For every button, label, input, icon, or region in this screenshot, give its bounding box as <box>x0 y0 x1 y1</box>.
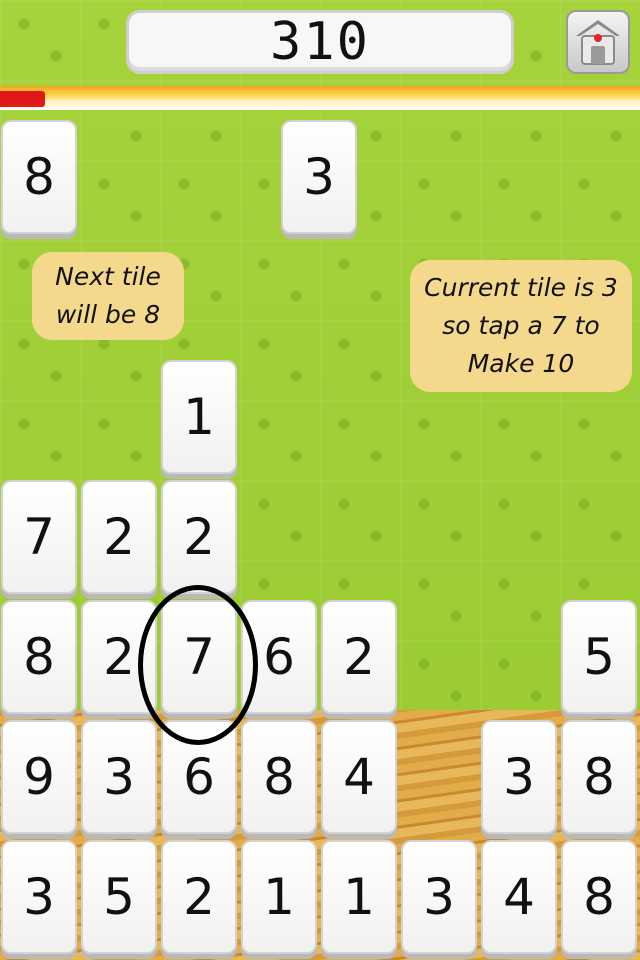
board-tile-value: 2 <box>183 868 215 926</box>
board-tile-value: 3 <box>103 748 135 806</box>
board-tile[interactable]: 3 <box>481 720 557 834</box>
hint-next-tile: Next tile will be 8 <box>32 252 184 340</box>
next-tile: 8 <box>1 120 77 234</box>
board-tile[interactable]: 2 <box>161 840 237 954</box>
board-tile-value: 1 <box>343 868 375 926</box>
hint-current-line-2: so tap a 7 to <box>442 311 600 340</box>
board-tile-value: 3 <box>503 748 535 806</box>
board-tile-value: 4 <box>503 868 535 926</box>
home-icon <box>576 20 620 65</box>
board-tile-value: 9 <box>23 748 55 806</box>
board-tile[interactable]: 3 <box>401 840 477 954</box>
score-panel: 310 <box>126 10 514 74</box>
time-progress-bar <box>0 86 640 110</box>
board-tile-value: 6 <box>183 748 215 806</box>
board-tile[interactable]: 8 <box>1 600 77 714</box>
board-tile[interactable]: 9 <box>1 720 77 834</box>
board-tile-value: 2 <box>343 628 375 686</box>
board-tile[interactable]: 7 <box>161 600 237 714</box>
board-tile-value: 5 <box>103 868 135 926</box>
board-tile-value: 2 <box>103 508 135 566</box>
board-tile[interactable]: 3 <box>1 840 77 954</box>
board-tile[interactable]: 5 <box>81 840 157 954</box>
board-tile[interactable]: 1 <box>241 840 317 954</box>
current-tile-value: 3 <box>303 148 335 206</box>
hint-current-line-3: Make 10 <box>467 349 575 378</box>
hint-current-tile: Current tile is 3 so tap a 7 to Make 10 <box>410 260 632 392</box>
current-tile: 3 <box>281 120 357 234</box>
board-tile-value: 1 <box>183 388 215 446</box>
board-tile[interactable]: 2 <box>81 600 157 714</box>
board-tile-value: 6 <box>263 628 295 686</box>
board-tile-value: 8 <box>583 868 615 926</box>
board-tile-value: 3 <box>423 868 455 926</box>
board-tile[interactable]: 3 <box>81 720 157 834</box>
board-tile-value: 7 <box>23 508 55 566</box>
board-tile[interactable]: 2 <box>321 600 397 714</box>
board-tile[interactable]: 2 <box>161 480 237 594</box>
hint-current-line-1: Current tile is 3 <box>424 273 618 302</box>
board-tile-value: 1 <box>263 868 295 926</box>
board-tile-value: 7 <box>183 628 215 686</box>
board-tile[interactable]: 6 <box>161 720 237 834</box>
board-tile[interactable]: 1 <box>161 360 237 474</box>
next-tile-value: 8 <box>23 148 55 206</box>
hint-next-line-2: will be 8 <box>55 300 161 329</box>
time-progress-fill <box>0 91 45 107</box>
board-tile-value: 4 <box>343 748 375 806</box>
hint-next-line-1: Next tile <box>55 262 161 291</box>
board-tile[interactable]: 7 <box>1 480 77 594</box>
board-tile[interactable]: 8 <box>561 840 637 954</box>
board-tile-value: 5 <box>583 628 615 686</box>
board-tile-value: 8 <box>23 628 55 686</box>
board-tile-value: 8 <box>263 748 295 806</box>
score-value: 310 <box>270 12 370 72</box>
board-tile[interactable]: 6 <box>241 600 317 714</box>
home-button[interactable] <box>566 10 630 74</box>
board-tile[interactable]: 4 <box>321 720 397 834</box>
board-tile[interactable]: 4 <box>481 840 557 954</box>
board-tile-value: 8 <box>583 748 615 806</box>
board-tile[interactable]: 8 <box>561 720 637 834</box>
board-tile-value: 2 <box>103 628 135 686</box>
board-tile-value: 2 <box>183 508 215 566</box>
board-tile-value: 3 <box>23 868 55 926</box>
board-tile[interactable]: 8 <box>241 720 317 834</box>
board-tile[interactable]: 1 <box>321 840 397 954</box>
board-tile[interactable]: 5 <box>561 600 637 714</box>
board-tile[interactable]: 2 <box>81 480 157 594</box>
